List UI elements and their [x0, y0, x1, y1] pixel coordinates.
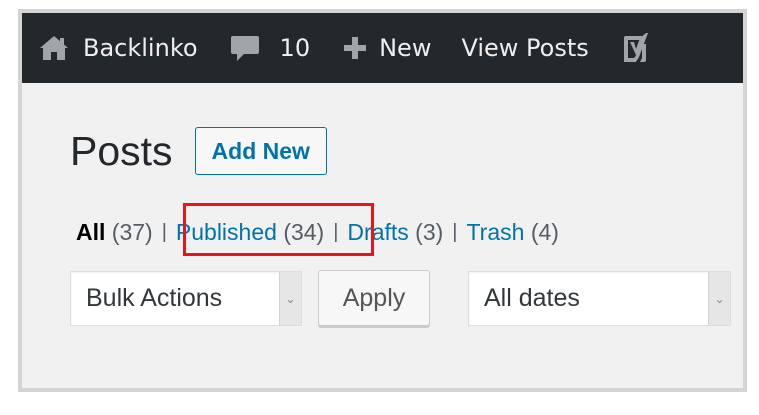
comments-count: 10: [279, 34, 311, 62]
chevron-down-icon: ⌄: [279, 272, 301, 325]
filter-trash[interactable]: Trash (4): [466, 219, 558, 246]
chevron-down-icon: ⌄: [708, 272, 730, 325]
filter-all-count: (37): [111, 219, 153, 245]
adminbar-new-link[interactable]: New: [343, 13, 431, 83]
view-posts-label: View Posts: [461, 34, 589, 62]
adminbar-site-link[interactable]: Backlinko: [39, 13, 198, 83]
filter-published[interactable]: Published (34): [176, 219, 324, 246]
dates-value: All dates: [484, 284, 580, 312]
filter-trash-count: (4): [530, 219, 559, 245]
adminbar-view-posts-link[interactable]: View Posts: [461, 13, 588, 83]
admin-bar: Backlinko 10 New View Posts: [22, 13, 743, 83]
filter-published-label: Published: [175, 219, 277, 245]
filter-separator: |: [452, 221, 458, 243]
add-new-button[interactable]: Add New: [194, 127, 327, 175]
bulk-actions-select[interactable]: Bulk Actions ⌄: [70, 271, 302, 326]
comment-bubble-icon: [230, 34, 260, 62]
apply-button[interactable]: Apply: [318, 270, 430, 326]
new-label: New: [379, 34, 432, 62]
yoast-logo-icon: [622, 32, 650, 64]
filter-drafts[interactable]: Drafts (3): [347, 219, 443, 246]
filter-separator: |: [161, 221, 167, 243]
filter-separator: |: [333, 221, 339, 243]
post-status-filters: All (37) | Published (34) | Drafts (3) |…: [76, 219, 559, 246]
page-title: Posts: [70, 127, 173, 174]
adminbar-comments-link[interactable]: 10: [230, 13, 311, 83]
filter-drafts-label: Drafts: [347, 219, 409, 245]
site-name: Backlinko: [83, 34, 198, 62]
filter-trash-label: Trash: [466, 219, 525, 245]
adminbar-yoast-menu[interactable]: [622, 13, 650, 83]
filter-drafts-count: (3): [415, 219, 444, 245]
filter-published-count: (34): [283, 219, 325, 245]
home-icon: [39, 35, 69, 61]
filter-all-label: All: [76, 219, 106, 245]
title-row: Posts Add New: [70, 127, 327, 175]
screenshot-frame: Backlinko 10 New View Posts Posts Add Ne…: [18, 9, 747, 392]
filter-all[interactable]: All (37): [76, 219, 153, 246]
bulk-actions-value: Bulk Actions: [86, 284, 223, 312]
dates-filter-select[interactable]: All dates ⌄: [468, 271, 731, 326]
plus-icon: [343, 36, 367, 60]
